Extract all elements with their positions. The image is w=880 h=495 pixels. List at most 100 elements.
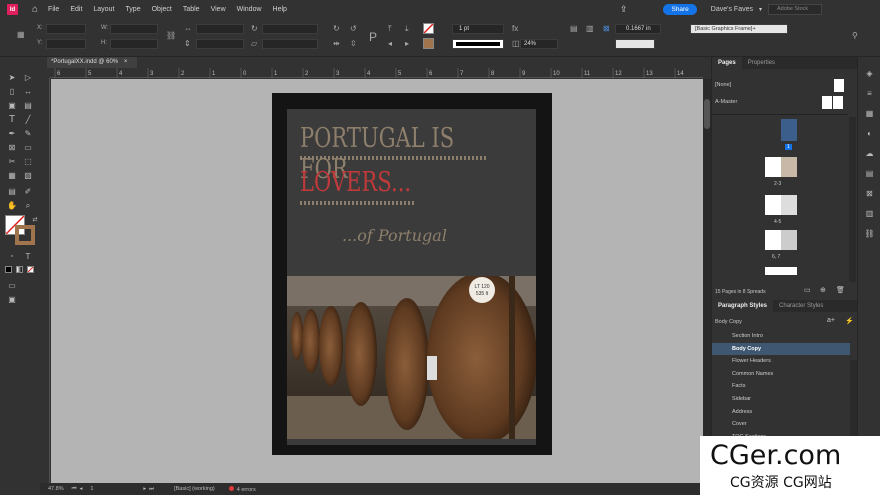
home-icon[interactable]: ⌂ [32, 4, 38, 15]
flip-horizontal-icon[interactable]: ⇹ [333, 39, 340, 48]
apply-gradient-icon[interactable] [16, 266, 23, 273]
formatting-container-icon[interactable]: ▫ [6, 251, 18, 263]
menu-object[interactable]: Object [152, 6, 172, 13]
stroke-type-field[interactable] [452, 39, 504, 49]
pencil-tool-icon[interactable]: ✎ [22, 128, 34, 140]
master-none[interactable]: [None] [715, 82, 731, 88]
stock-search-input[interactable]: Adobe Stock [768, 4, 822, 15]
lightning-icon[interactable]: ⚡ [845, 317, 854, 325]
rectangle-tool-icon[interactable]: ▭ [22, 142, 34, 154]
document-tab[interactable]: *PortugalXX.indd @ 60% × [47, 57, 137, 68]
offset-field[interactable]: 0.1667 in [615, 24, 661, 34]
prev-page-icon[interactable]: ◂ [80, 486, 83, 492]
select-previous-icon[interactable]: ◂ [388, 39, 392, 48]
opacity-icon[interactable]: ◫ [512, 39, 520, 48]
gradient-feather-tool-icon[interactable]: ▧ [22, 170, 34, 182]
h-field[interactable] [110, 39, 158, 49]
cover-frame[interactable]: PORTUGAL IS FOR LOVERS... ...of Portugal [287, 109, 536, 445]
align-icon[interactable]: ▤ [570, 24, 578, 33]
select-next-icon[interactable]: ▸ [405, 39, 409, 48]
tab-paragraph-styles[interactable]: Paragraph Styles [712, 300, 774, 312]
align-panel-icon[interactable]: ▥ [864, 209, 875, 220]
rectangle-frame-tool-icon[interactable]: ⊠ [6, 142, 18, 154]
apply-color-icon[interactable] [5, 266, 12, 273]
type-tool-icon[interactable]: T [6, 114, 18, 126]
menu-type[interactable]: Type [125, 6, 140, 13]
style-item[interactable]: Sidebar [712, 393, 850, 406]
none-master-thumb[interactable] [834, 79, 844, 92]
stroke-panel-icon[interactable]: ≡ [864, 89, 875, 100]
preflight-profile[interactable]: [Basic] (working) [174, 486, 215, 492]
swatches-icon[interactable]: ▦ [864, 109, 875, 120]
rotate-ccw-icon[interactable]: ↺ [350, 24, 357, 33]
last-page-icon[interactable]: ⏭ [149, 486, 154, 493]
page-2-thumb[interactable] [765, 157, 781, 177]
distribute-icon[interactable]: ▥ [586, 24, 594, 33]
cc-libraries-icon[interactable]: ☁ [864, 149, 875, 160]
style-item[interactable]: Cover [712, 418, 850, 431]
style-item[interactable]: Address [712, 406, 850, 419]
close-tab-icon[interactable]: × [124, 59, 128, 65]
gap-tool-icon[interactable]: ↔ [22, 86, 34, 98]
hand-tool-icon[interactable]: ✋ [6, 200, 18, 212]
zoom-level[interactable]: 47.8% [48, 486, 64, 492]
shear-field[interactable] [262, 39, 318, 49]
x-field[interactable] [46, 24, 86, 34]
menu-help[interactable]: Help [273, 6, 287, 13]
eyedropper-tool-icon[interactable]: ✐ [22, 186, 34, 198]
wine-barrels-photo[interactable]: LT 120 535 lt [287, 276, 536, 439]
note-tool-icon[interactable]: ▤ [6, 186, 18, 198]
selection-tool-icon[interactable]: ➤ [6, 72, 18, 84]
tab-pages[interactable]: Pages [712, 57, 742, 69]
object-style-dropdown[interactable]: [Basic Graphics Frame]+ [690, 24, 788, 34]
document-page[interactable]: PORTUGAL IS FOR LOVERS... ...of Portugal [272, 93, 552, 455]
rotation-field[interactable] [262, 24, 318, 34]
cover-title-line2[interactable]: LOVERS... [300, 167, 411, 198]
menu-view[interactable]: View [211, 6, 226, 13]
menu-layout[interactable]: Layout [93, 6, 114, 13]
preflight-errors[interactable]: 4 errors [228, 485, 256, 493]
type-on-path-icon[interactable]: P [369, 30, 377, 44]
rotate-cw-icon[interactable]: ↻ [333, 24, 340, 33]
tab-properties[interactable]: Properties [742, 60, 781, 66]
apply-none-icon[interactable] [27, 266, 34, 273]
scale-x-field[interactable] [196, 24, 244, 34]
page-6-thumb[interactable] [765, 230, 781, 250]
stroke-weight-field[interactable]: 1 pt [452, 24, 504, 34]
select-container-icon[interactable]: ⤒ [388, 24, 392, 34]
formatting-text-icon[interactable]: T [22, 251, 34, 263]
y-field[interactable] [46, 39, 86, 49]
workspace-switcher[interactable]: Dave's Faves [711, 6, 753, 13]
constrain-link-icon[interactable]: ⛓ [166, 31, 176, 40]
effects-icon[interactable]: fx [512, 24, 518, 33]
new-page-icon[interactable]: ⊕ [820, 286, 826, 294]
chevron-down-icon[interactable]: ▾ [759, 6, 762, 13]
style-item[interactable]: Section Intro [712, 330, 850, 343]
scale-y-field[interactable] [196, 39, 244, 49]
a-master-thumb-right[interactable] [833, 96, 843, 109]
stroke-swatch-tool[interactable] [15, 225, 35, 245]
publish-icon[interactable]: ⇪ [620, 4, 628, 15]
scissors-tool-icon[interactable]: ✂ [6, 156, 18, 168]
color-icon[interactable]: ◐ [864, 129, 875, 140]
share-button[interactable]: Share [663, 4, 697, 15]
text-wrap-panel-icon[interactable]: ⊠ [864, 189, 875, 200]
screen-mode-icon[interactable]: ▣ [6, 294, 18, 306]
page-tool-icon[interactable]: ▯ [6, 86, 18, 98]
first-page-icon[interactable]: ⏮ [72, 486, 77, 493]
page-3-thumb[interactable] [781, 157, 797, 177]
zoom-tool-icon[interactable]: ⌕ [22, 200, 34, 212]
pages-scrollbar[interactable] [849, 117, 856, 282]
gradient-swatch-tool-icon[interactable]: ▦ [6, 170, 18, 182]
vertical-scrollbar[interactable] [703, 79, 711, 483]
fill-none-swatch[interactable] [423, 23, 434, 34]
flip-vertical-icon[interactable]: ⇳ [350, 39, 357, 48]
new-style-from-selection-icon[interactable]: a+ [827, 317, 835, 324]
menu-window[interactable]: Window [237, 6, 262, 13]
content-placer-icon[interactable]: ▤ [22, 100, 34, 112]
pen-tool-icon[interactable]: ✒ [6, 128, 18, 140]
normal-view-icon[interactable]: ▭ [6, 280, 18, 292]
select-content-icon[interactable]: ⤓ [405, 24, 409, 34]
menu-file[interactable]: File [48, 6, 59, 13]
text-wrap-icon[interactable]: ⊠ [603, 24, 610, 33]
